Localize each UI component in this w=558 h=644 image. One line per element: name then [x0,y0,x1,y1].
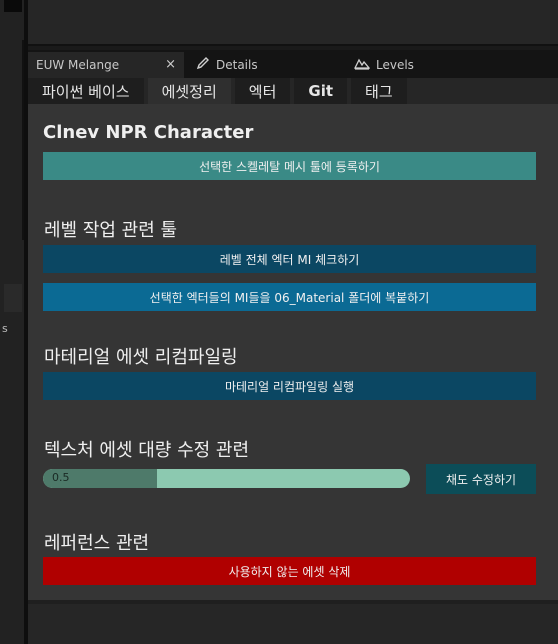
dock-corner [4,0,22,12]
delete-unused-assets-button[interactable]: 사용하지 않는 에셋 삭제 [43,557,536,585]
left-dock-strip: s [0,0,24,644]
level-tools-title: 레벨 작업 관련 툴 [44,220,178,241]
window-tab-bar: EUW Melange × Details Levels [28,50,558,78]
character-section-title: Clnev NPR Character [43,122,254,143]
tab-tag[interactable]: 태그 [351,78,407,104]
tab-label: Details [216,58,258,72]
material-recompile-title: 마테리얼 에셋 리컴파일링 [44,347,238,368]
texture-bulk-edit-title: 텍스처 에셋 대량 수정 관련 [44,440,250,461]
left-strip-label: s [2,322,8,335]
dock-panel-block [4,284,22,312]
tab-label: Levels [376,58,414,72]
sub-tab-bar: 파이썬 베이스 에셋정리 엑터 Git 태그 [28,78,558,104]
levels-icon [353,56,371,74]
reference-section-title: 레퍼런스 관련 [44,533,150,554]
tab-euw-melange[interactable]: EUW Melange × [28,52,184,78]
tab-actor[interactable]: 엑터 [234,78,291,104]
material-recompile-button[interactable]: 마테리얼 리컴파일링 실행 [43,372,536,400]
top-panel [28,0,558,46]
euw-melange-panel: 파이썬 베이스 에셋정리 엑터 Git 태그 Clnev NPR Charact… [28,78,558,644]
panel-divider [28,600,558,604]
edit-saturation-button[interactable]: 채도 수정하기 [426,464,536,494]
close-icon[interactable]: × [165,57,176,72]
slider-value: 0.5 [52,471,70,484]
tab-git[interactable]: Git [294,78,348,104]
register-skeletal-mesh-button[interactable]: 선택한 스켈레탈 메시 툴에 등록하기 [43,152,536,180]
tab-details[interactable]: Details [188,52,298,78]
asset-cleanup-content: Clnev NPR Character 선택한 스켈레탈 메시 툴에 등록하기 … [28,104,558,600]
check-level-mi-button[interactable]: 레벨 전체 엑터 MI 체크하기 [43,245,536,273]
copy-mi-to-folder-button[interactable]: 선택한 엑터들의 MI들을 06_Material 폴더에 복붙하기 [43,283,536,311]
pencil-icon [196,56,210,74]
tab-asset-cleanup[interactable]: 에셋정리 [147,78,231,104]
tab-levels[interactable]: Levels [346,52,456,78]
tab-python-base[interactable]: 파이썬 베이스 [28,78,144,104]
tab-label: EUW Melange [36,58,120,72]
saturation-slider[interactable]: 0.5 [43,469,410,488]
